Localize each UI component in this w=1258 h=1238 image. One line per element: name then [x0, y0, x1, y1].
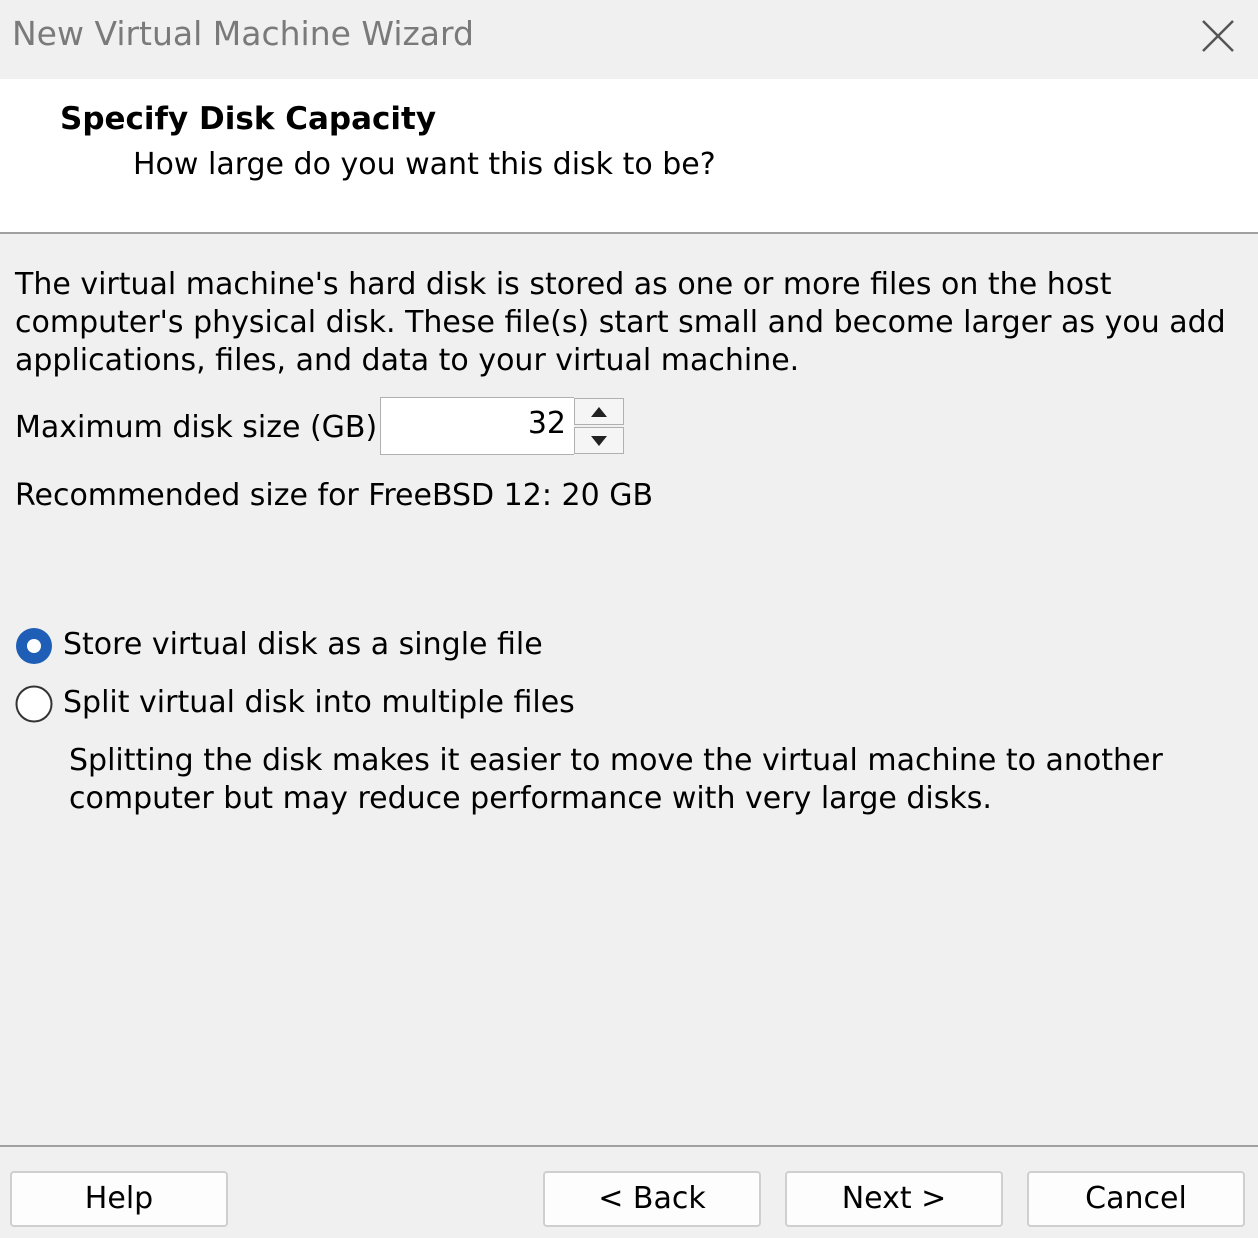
disk-size-spinner: 32 — [380, 397, 626, 457]
cancel-button[interactable]: Cancel — [1027, 1171, 1245, 1227]
close-button[interactable] — [1198, 16, 1238, 56]
split-description: Splitting the disk makes it easier to mo… — [69, 743, 1163, 816]
spin-down-button[interactable] — [574, 427, 624, 454]
recommended-size-text: Recommended size for FreeBSD 12: 20 GB — [15, 478, 654, 513]
radio-single-file-label: Store virtual disk as a single file — [63, 627, 543, 662]
back-button[interactable]: < Back — [543, 1171, 761, 1227]
radio-split-files-label: Split virtual disk into multiple files — [63, 685, 575, 720]
next-button[interactable]: Next > — [785, 1171, 1003, 1227]
wizard-header: Specify Disk Capacity How large do you w… — [0, 79, 1258, 234]
spin-up-button[interactable] — [574, 398, 624, 425]
arrow-up-icon — [591, 407, 607, 417]
disk-size-input[interactable]: 32 — [380, 397, 574, 455]
radio-selected-icon[interactable] — [15, 627, 53, 665]
close-icon — [1202, 20, 1234, 52]
page-title: Specify Disk Capacity — [60, 101, 437, 137]
window-title: New Virtual Machine Wizard — [12, 14, 474, 53]
help-button[interactable]: Help — [10, 1171, 228, 1227]
page-subtitle: How large do you want this disk to be? — [133, 147, 716, 182]
disk-size-label: Maximum disk size (GB): — [15, 410, 388, 445]
radio-unselected-icon[interactable] — [15, 685, 53, 723]
arrow-down-icon — [591, 436, 607, 446]
footer-divider — [0, 1145, 1258, 1147]
disk-description: The virtual machine's hard disk is store… — [15, 267, 1226, 378]
title-bar: New Virtual Machine Wizard — [0, 0, 1258, 79]
